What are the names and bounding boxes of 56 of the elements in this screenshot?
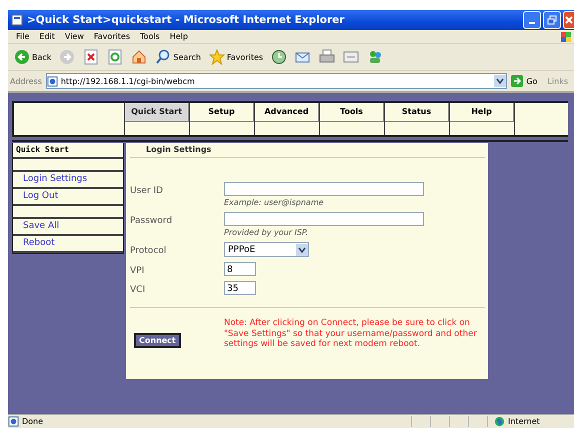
address-field[interactable]: http://192.168.1.1/cgi-bin/webcm [46,73,508,89]
minimize-button[interactable] [523,11,541,29]
close-button[interactable] [563,11,574,29]
input-field[interactable] [224,212,424,226]
zone-text: Internet [508,417,540,426]
star-icon [208,49,225,65]
search-icon [155,49,172,65]
go-button[interactable]: Go [511,75,544,87]
back-button[interactable]: Back [12,49,54,65]
connect-button[interactable]: Connect [134,333,181,348]
field-label: VCI [130,284,146,295]
restore-icon [547,15,557,25]
nav-tab[interactable]: Advanced [255,103,319,122]
close-icon [564,15,574,25]
note-text: Note: After clicking on Connect, please be sure to click on "Save Settings" so that your username/password and other settings will be saved for next modem reboot. [224,318,478,350]
menu-item[interactable]: Edit [35,32,61,41]
nav-tab[interactable]: Tools [320,103,384,122]
sidebar-link[interactable]: Reboot [13,236,123,253]
windows-logo-icon [560,30,572,42]
menu-item[interactable]: Tools [136,32,166,41]
input-field[interactable] [224,182,424,196]
page-icon [46,76,58,86]
field-label: User ID [130,185,164,196]
print-button[interactable] [317,49,338,65]
menu-item[interactable]: File [12,32,36,41]
nav-tab[interactable]: Quick Start [125,103,189,122]
globe-icon [494,416,505,427]
address-label: Address [10,76,42,86]
edit-button[interactable] [341,49,362,65]
minimize-icon [529,22,535,24]
input-field[interactable]: 35 [224,281,256,295]
status-text: Done [22,417,44,426]
window-title: >Quick Start>quickstart - Microsoft Internet Explorer [27,14,346,26]
favorites-button[interactable]: Favorites [206,49,266,65]
field-label: Password [130,215,174,226]
search-button[interactable]: Search [153,49,203,65]
sidebar-link[interactable]: Save All [13,219,123,236]
page-icon [11,14,23,26]
sidebar-link[interactable]: Log Out [13,189,123,206]
input-field[interactable]: 8 [224,262,256,276]
sidebar-link[interactable]: Login Settings [13,172,123,189]
menu-item[interactable]: Help [166,32,194,41]
field-hint: Provided by your ISP. [224,228,310,237]
sidebar-heading: Quick Start [13,143,123,159]
field-hint: Example: user@ispname [224,198,325,207]
nav-tab[interactable]: Status [385,103,449,122]
nav-tab[interactable]: Setup [190,103,254,122]
restore-button[interactable] [543,11,561,29]
nav-tab[interactable]: Help [450,103,514,122]
menu-item[interactable]: View [60,32,90,41]
protocol-dropdown[interactable]: PPPoE [224,242,309,257]
menu-item[interactable]: Favorites [90,32,136,41]
field-label: VPI [130,265,146,276]
field-label: Protocol [130,245,168,256]
panel-title: Login Settings [130,143,485,158]
arrow-icon [511,75,524,87]
